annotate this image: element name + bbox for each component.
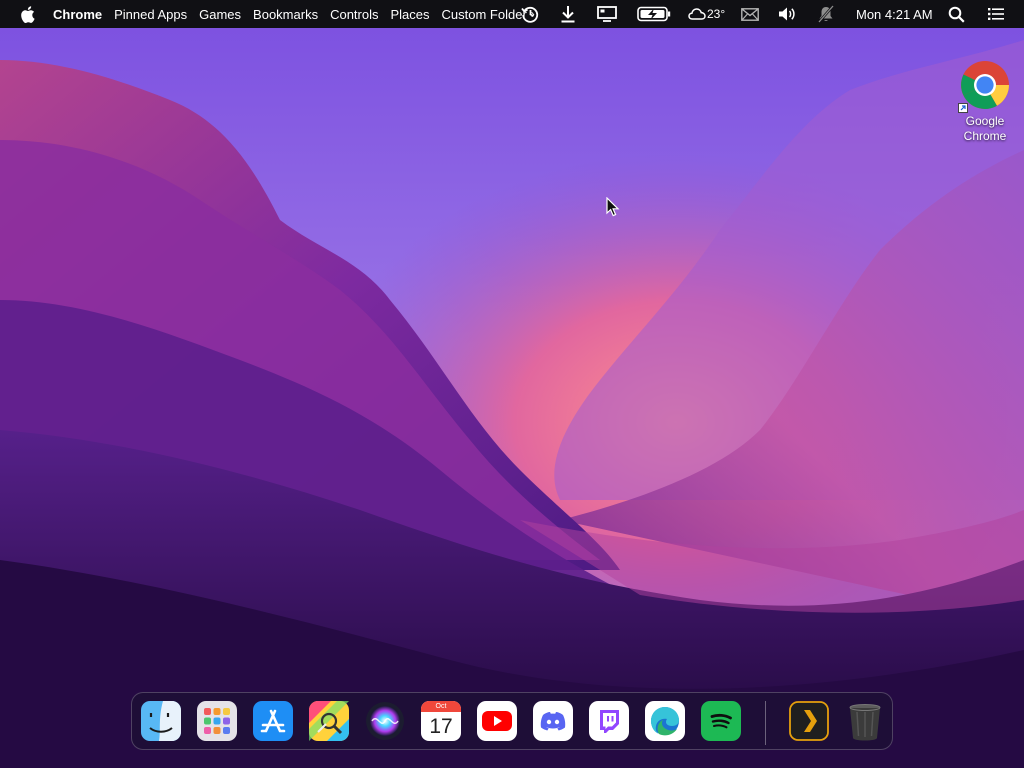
dock-launchpad[interactable]: [197, 701, 237, 741]
launchpad-icon: [197, 701, 237, 741]
mouse-cursor-icon: [606, 197, 620, 217]
control-center-icon[interactable]: [986, 0, 1006, 28]
edge-icon: [645, 701, 685, 741]
battery-charging-icon[interactable]: [636, 0, 672, 28]
siri-icon: [366, 702, 404, 740]
download-icon[interactable]: [556, 0, 580, 28]
calendar-icon: Oct 17: [421, 701, 461, 741]
weather-temperature[interactable]: 23°: [707, 0, 725, 28]
display-icon[interactable]: [596, 0, 618, 28]
dock-microsoft-edge[interactable]: [645, 701, 685, 741]
dock-trash[interactable]: [845, 701, 885, 741]
desktop-icon-google-chrome[interactable]: Google Chrome: [950, 60, 1020, 144]
dock-system-utilities[interactable]: [309, 701, 349, 741]
dock-app-store[interactable]: [253, 701, 293, 741]
dock-finder[interactable]: [141, 701, 181, 741]
dock-twitch[interactable]: [589, 701, 629, 741]
menu-bookmarks[interactable]: Bookmarks: [247, 0, 324, 28]
dock-calendar[interactable]: Oct 17: [421, 701, 461, 741]
dock-youtube[interactable]: [477, 701, 517, 741]
menu-places[interactable]: Places: [385, 0, 436, 28]
menu-games[interactable]: Games: [193, 0, 247, 28]
mail-icon[interactable]: [740, 0, 760, 28]
shortcut-arrow-icon: [958, 103, 968, 113]
utilities-icon: [309, 701, 349, 741]
dock-discord[interactable]: [533, 701, 573, 741]
dock-siri[interactable]: [365, 701, 405, 741]
desktop-wallpaper: [0, 0, 1024, 768]
dock-plex[interactable]: [789, 701, 829, 741]
notifications-off-icon[interactable]: [816, 0, 836, 28]
apple-icon[interactable]: [13, 0, 41, 28]
spotify-icon: [701, 701, 741, 741]
menu-bar: Chrome Pinned Apps Games Bookmarks Contr…: [0, 0, 1024, 28]
search-icon[interactable]: [946, 0, 966, 28]
dock-spotify[interactable]: [701, 701, 741, 741]
app-store-icon: [253, 701, 293, 741]
cloud-icon: [687, 0, 707, 28]
dock-divider: [765, 701, 766, 745]
trash-icon: [849, 704, 881, 741]
youtube-icon: [477, 701, 517, 741]
dock: Oct 17: [131, 692, 893, 750]
clock[interactable]: Mon 4:21 AM: [856, 0, 933, 28]
menu-controls[interactable]: Controls: [324, 0, 384, 28]
volume-icon[interactable]: [777, 0, 797, 28]
menu-pinned-apps[interactable]: Pinned Apps: [108, 0, 193, 28]
history-icon[interactable]: [518, 0, 542, 28]
finder-icon: [141, 701, 181, 741]
chrome-icon: [958, 60, 1010, 113]
desktop-icon-label: Google Chrome: [963, 114, 1007, 143]
active-app-menu[interactable]: Chrome: [53, 0, 102, 28]
plex-icon: [789, 701, 829, 741]
twitch-icon: [589, 701, 629, 741]
calendar-month: Oct: [435, 703, 447, 710]
calendar-day: 17: [429, 715, 453, 738]
discord-icon: [533, 701, 573, 741]
